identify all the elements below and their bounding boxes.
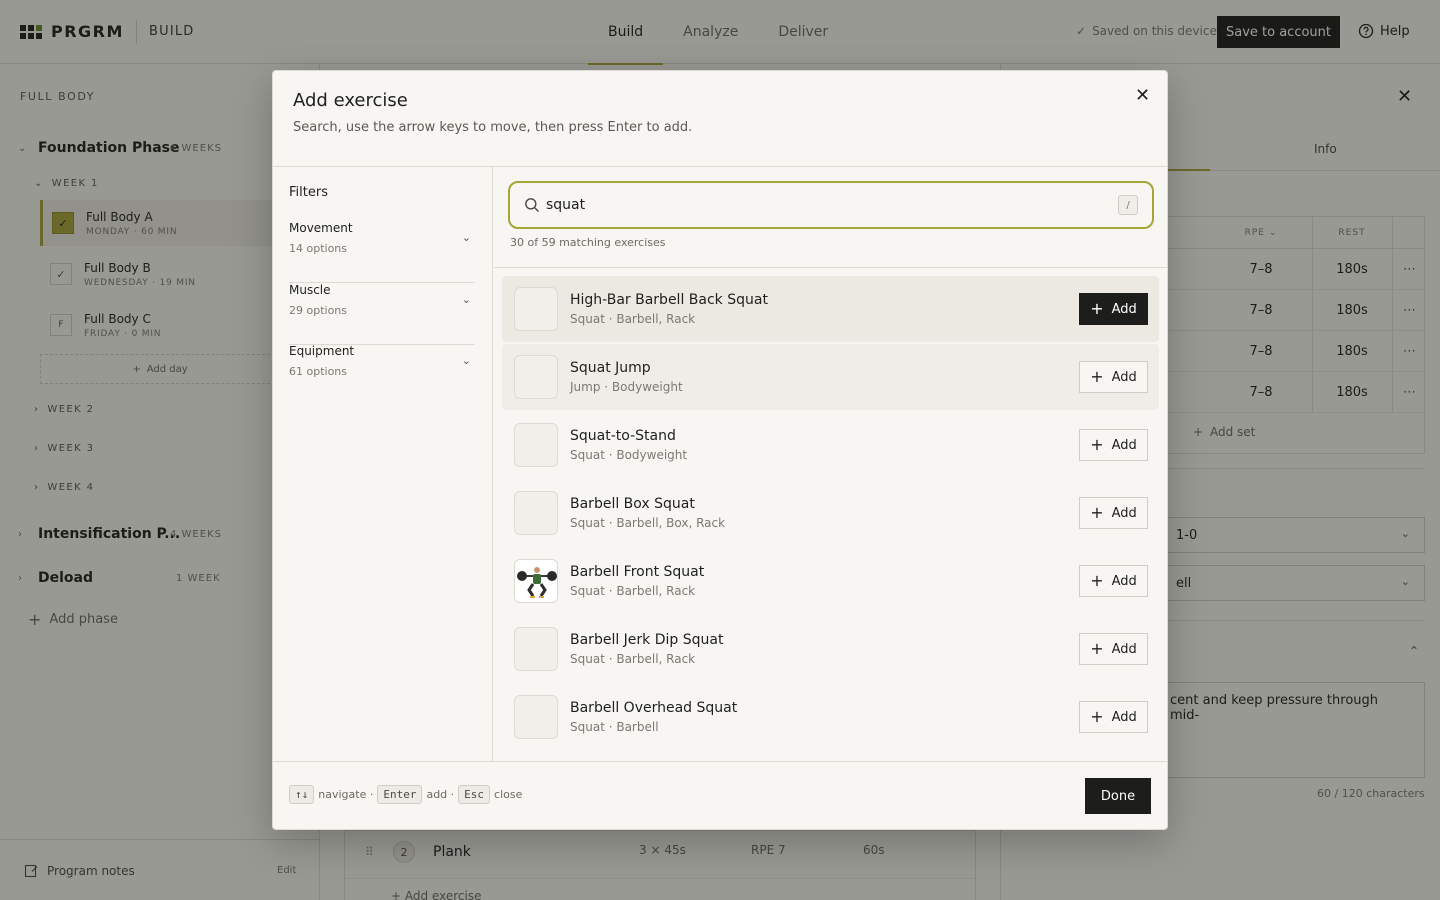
exercise-thumbnail: [514, 627, 558, 671]
filters-panel: Filters Movement 14 options ⌄ Muscle 29 …: [273, 167, 493, 762]
close-icon[interactable]: ✕: [1135, 85, 1150, 106]
filter-count: 61 options: [289, 365, 348, 378]
exercise-tags: Jump · Bodyweight: [570, 380, 683, 394]
list-item[interactable]: Barbell Jerk Dip Squat Squat · Barbell, …: [502, 616, 1159, 682]
exercise-name: Barbell Overhead Squat: [570, 700, 738, 716]
filter-name: Muscle: [289, 283, 331, 297]
exercise-tags: Squat · Bodyweight: [570, 448, 688, 462]
exercise-name: Squat Jump: [570, 360, 651, 376]
plus-icon: +: [1090, 435, 1104, 454]
filters-title: Filters: [289, 185, 328, 200]
match-count: 30 of 59 matching exercises: [510, 236, 666, 249]
modal-footer: ↑↓ navigate · Enter add · Esc close Done: [273, 761, 1167, 829]
filter-movement[interactable]: Movement 14 options ⌄: [289, 221, 475, 283]
exercise-results-list: High-Bar Barbell Back Squat Squat · Barb…: [494, 269, 1167, 762]
filter-name: Movement: [289, 221, 353, 235]
list-item[interactable]: Squat Jump Jump · Bodyweight + Add: [502, 344, 1159, 410]
list-item[interactable]: Squat-to-Stand Squat · Bodyweight + Add: [502, 412, 1159, 478]
add-button-label: Add: [1111, 641, 1137, 657]
list-item[interactable]: Barbell Overhead Squat Squat · Barbell +…: [502, 684, 1159, 750]
add-exercise-modal: Add exercise Search, use the arrow keys …: [272, 70, 1168, 830]
exercise-name: Barbell Front Squat: [570, 564, 705, 580]
search-area: / 30 of 59 matching exercises: [494, 167, 1167, 268]
hint-close: close: [494, 788, 523, 801]
add-button[interactable]: + Add: [1079, 633, 1148, 665]
list-item[interactable]: Barbell Box Squat Squat · Barbell, Box, …: [502, 480, 1159, 546]
add-button-label: Add: [1111, 301, 1137, 317]
search-input[interactable]: [546, 192, 1106, 218]
list-item[interactable]: Barbell Front Squat Squat · Barbell, Rac…: [502, 548, 1159, 614]
plus-icon: +: [1090, 503, 1104, 522]
filter-count: 29 options: [289, 304, 348, 317]
filter-equipment[interactable]: Equipment 61 options ⌄: [289, 344, 475, 406]
add-button-label: Add: [1111, 505, 1137, 521]
chevron-down-icon: ⌄: [461, 231, 471, 244]
modal-subtitle: Search, use the arrow keys to move, then…: [293, 120, 693, 135]
exercise-tags: Squat · Barbell: [570, 720, 659, 734]
search-icon: [525, 198, 539, 212]
exercise-name: High-Bar Barbell Back Squat: [570, 292, 768, 308]
chevron-down-icon: ⌄: [461, 293, 471, 306]
search-box[interactable]: /: [508, 181, 1154, 229]
plus-icon: +: [1090, 639, 1104, 658]
hint-add: add ·: [426, 788, 455, 801]
modal-title: Add exercise: [293, 90, 408, 111]
list-item[interactable]: High-Bar Barbell Back Squat Squat · Barb…: [502, 276, 1159, 342]
hint-navigate: navigate ·: [318, 788, 374, 801]
exercise-tags: Squat · Barbell, Rack: [570, 584, 696, 598]
add-button[interactable]: + Add: [1079, 361, 1148, 393]
plus-icon: +: [1090, 571, 1104, 590]
add-button-label: Add: [1111, 709, 1137, 725]
front-squat-illustration-icon: [517, 567, 557, 598]
exercise-tags: Squat · Barbell, Rack: [570, 652, 696, 666]
add-button-label: Add: [1111, 573, 1137, 589]
exercise-tags: Squat · Barbell, Box, Rack: [570, 516, 726, 530]
add-button[interactable]: + Add: [1079, 565, 1148, 597]
filter-muscle[interactable]: Muscle 29 options ⌄: [289, 283, 475, 345]
exercise-name: Barbell Jerk Dip Squat: [570, 632, 724, 648]
plus-icon: +: [1090, 707, 1104, 726]
plus-icon: +: [1090, 299, 1104, 318]
modal-body: Filters Movement 14 options ⌄ Muscle 29 …: [273, 166, 1167, 762]
exercise-tags: Squat · Barbell, Rack: [570, 312, 696, 326]
search-shortcut-key: /: [1118, 195, 1138, 215]
exercise-name: Squat-to-Stand: [570, 428, 676, 444]
exercise-thumbnail: [514, 287, 558, 331]
filter-count: 14 options: [289, 242, 348, 255]
exercise-thumbnail: [514, 695, 558, 739]
add-button[interactable]: + Add: [1079, 701, 1148, 733]
add-button-label: Add: [1111, 437, 1137, 453]
add-button[interactable]: + Add: [1079, 293, 1148, 325]
exercise-name: Barbell Box Squat: [570, 496, 695, 512]
done-button[interactable]: Done: [1085, 778, 1151, 814]
enter-key: Enter: [377, 785, 423, 804]
exercise-thumbnail: [514, 491, 558, 535]
add-button[interactable]: + Add: [1079, 429, 1148, 461]
exercise-thumbnail: [514, 559, 558, 603]
chevron-down-icon: ⌄: [461, 354, 471, 367]
arrow-keys-icon: ↑↓: [289, 785, 315, 804]
exercise-thumbnail: [514, 355, 558, 399]
exercise-thumbnail: [514, 423, 558, 467]
add-button-label: Add: [1111, 369, 1137, 385]
filter-name: Equipment: [289, 344, 355, 358]
keyboard-hints: ↑↓ navigate · Enter add · Esc close: [289, 785, 526, 804]
plus-icon: +: [1090, 367, 1104, 386]
esc-key: Esc: [458, 785, 491, 804]
add-button[interactable]: + Add: [1079, 497, 1148, 529]
